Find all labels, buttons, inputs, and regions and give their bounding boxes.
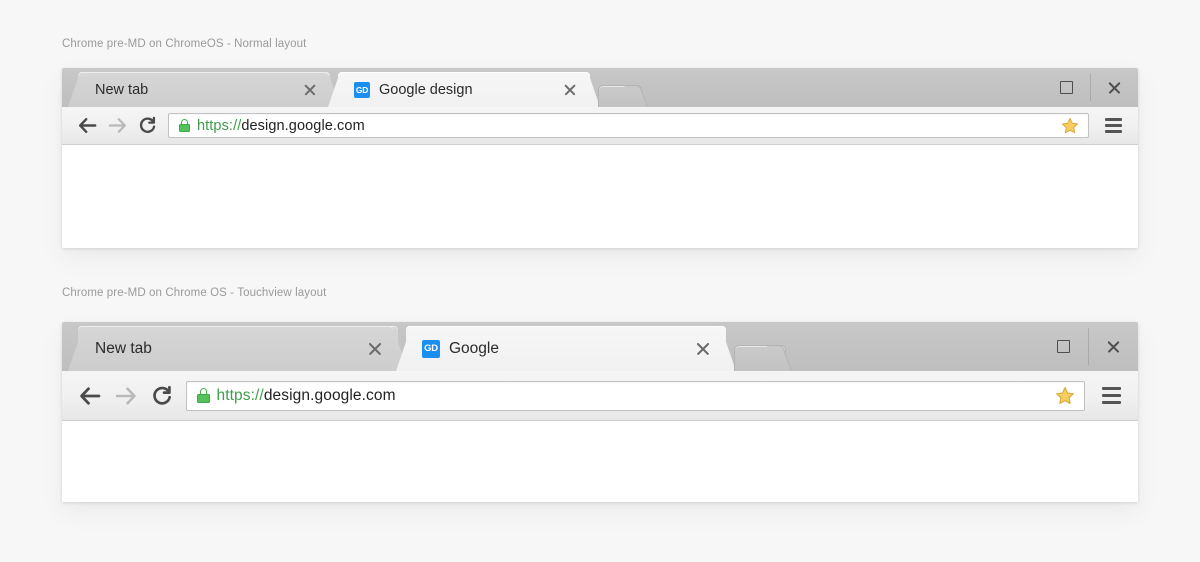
omnibox-url: https://design.google.com — [217, 387, 1049, 405]
forward-arrow-icon — [115, 386, 136, 405]
browser-window-touchview: New tab GD Google https://design.google.… — [62, 322, 1138, 502]
hamburger-menu-icon — [1104, 118, 1122, 121]
tab-new-tab[interactable]: New tab — [68, 68, 340, 107]
url-host: design.google.com — [263, 386, 396, 404]
omnibox-url: https://design.google.com — [197, 118, 1054, 134]
close-window-button[interactable] — [1088, 322, 1138, 371]
hamburger-menu-button[interactable] — [1094, 379, 1128, 413]
bookmark-star-button[interactable] — [1052, 383, 1078, 409]
forward-button[interactable] — [102, 111, 132, 141]
tab-close-icon[interactable] — [562, 82, 578, 98]
tabs-area: New tab GD Google — [62, 322, 1038, 371]
omnibox[interactable]: https://design.google.com — [186, 380, 1085, 411]
hamburger-menu-icon — [1104, 124, 1122, 127]
maximize-button[interactable] — [1042, 68, 1090, 107]
forward-button[interactable] — [108, 378, 144, 414]
tab-strip: New tab GD Google — [62, 322, 1138, 371]
forward-arrow-icon — [108, 118, 126, 133]
url-scheme: https:// — [216, 386, 264, 404]
gd-favicon-icon: GD — [422, 339, 440, 358]
close-icon — [1107, 80, 1122, 95]
tab-title: New tab — [95, 339, 152, 357]
hamburger-menu-icon — [1101, 400, 1121, 404]
reload-icon — [153, 385, 171, 405]
hamburger-menu-button[interactable] — [1098, 111, 1128, 141]
page-root: Chrome pre-MD on ChromeOS - Normal layou… — [0, 0, 1200, 562]
reload-button[interactable] — [132, 111, 162, 141]
maximize-button[interactable] — [1038, 322, 1088, 371]
tab-close-icon[interactable] — [366, 340, 384, 358]
tab-google-design[interactable]: GD Google design — [328, 68, 600, 107]
tab-content: New tab — [68, 322, 408, 371]
star-icon — [1061, 117, 1079, 133]
square-icon — [1056, 340, 1070, 353]
tab-content: New tab — [68, 68, 340, 107]
reload-icon — [139, 116, 155, 133]
tab-title: New tab — [95, 81, 149, 98]
tab-content: GD Google — [396, 322, 736, 371]
new-tab-button[interactable] — [734, 345, 792, 371]
close-window-button[interactable] — [1090, 68, 1138, 107]
hamburger-menu-icon — [1101, 387, 1121, 391]
square-icon — [1059, 81, 1073, 94]
browser-window-normal: New tab GD Google design https://design.… — [62, 68, 1138, 248]
tab-title: Google design — [379, 81, 473, 98]
close-icon — [1106, 339, 1121, 354]
window-controls — [1038, 322, 1138, 371]
section-caption-normal: Chrome pre-MD on ChromeOS - Normal layou… — [62, 38, 307, 50]
window-controls — [1042, 68, 1138, 107]
tab-new-tab[interactable]: New tab — [68, 322, 408, 371]
url-scheme: https:// — [197, 117, 242, 134]
page-content-area — [62, 145, 1138, 248]
hamburger-menu-icon — [1101, 394, 1121, 397]
hamburger-menu-icon — [1104, 130, 1122, 133]
url-host: design.google.com — [241, 117, 365, 134]
section-caption-touchview: Chrome pre-MD on Chrome OS - Touchview l… — [62, 287, 327, 299]
back-button[interactable] — [72, 111, 102, 141]
browser-toolbar: https://design.google.com — [62, 371, 1138, 421]
green-padlock-icon — [197, 388, 210, 403]
page-content-area — [62, 421, 1138, 502]
tab-title: Google — [449, 339, 499, 357]
back-button[interactable] — [72, 378, 108, 414]
tabs-area: New tab GD Google design — [62, 68, 1042, 107]
gd-favicon-icon: GD — [354, 81, 370, 98]
tab-content: GD Google design — [328, 68, 600, 107]
back-arrow-icon — [78, 118, 96, 133]
star-icon — [1056, 386, 1074, 404]
tab-close-icon[interactable] — [694, 340, 712, 358]
omnibox[interactable]: https://design.google.com — [168, 113, 1089, 138]
green-padlock-icon — [179, 119, 190, 132]
reload-button[interactable] — [144, 378, 180, 414]
bookmark-star-button[interactable] — [1058, 114, 1082, 137]
tab-strip: New tab GD Google design — [62, 68, 1138, 107]
back-arrow-icon — [80, 386, 101, 405]
tab-close-icon[interactable] — [302, 82, 318, 98]
browser-toolbar: https://design.google.com — [62, 107, 1138, 145]
tab-google[interactable]: GD Google — [396, 322, 736, 371]
new-tab-button[interactable] — [598, 85, 648, 107]
